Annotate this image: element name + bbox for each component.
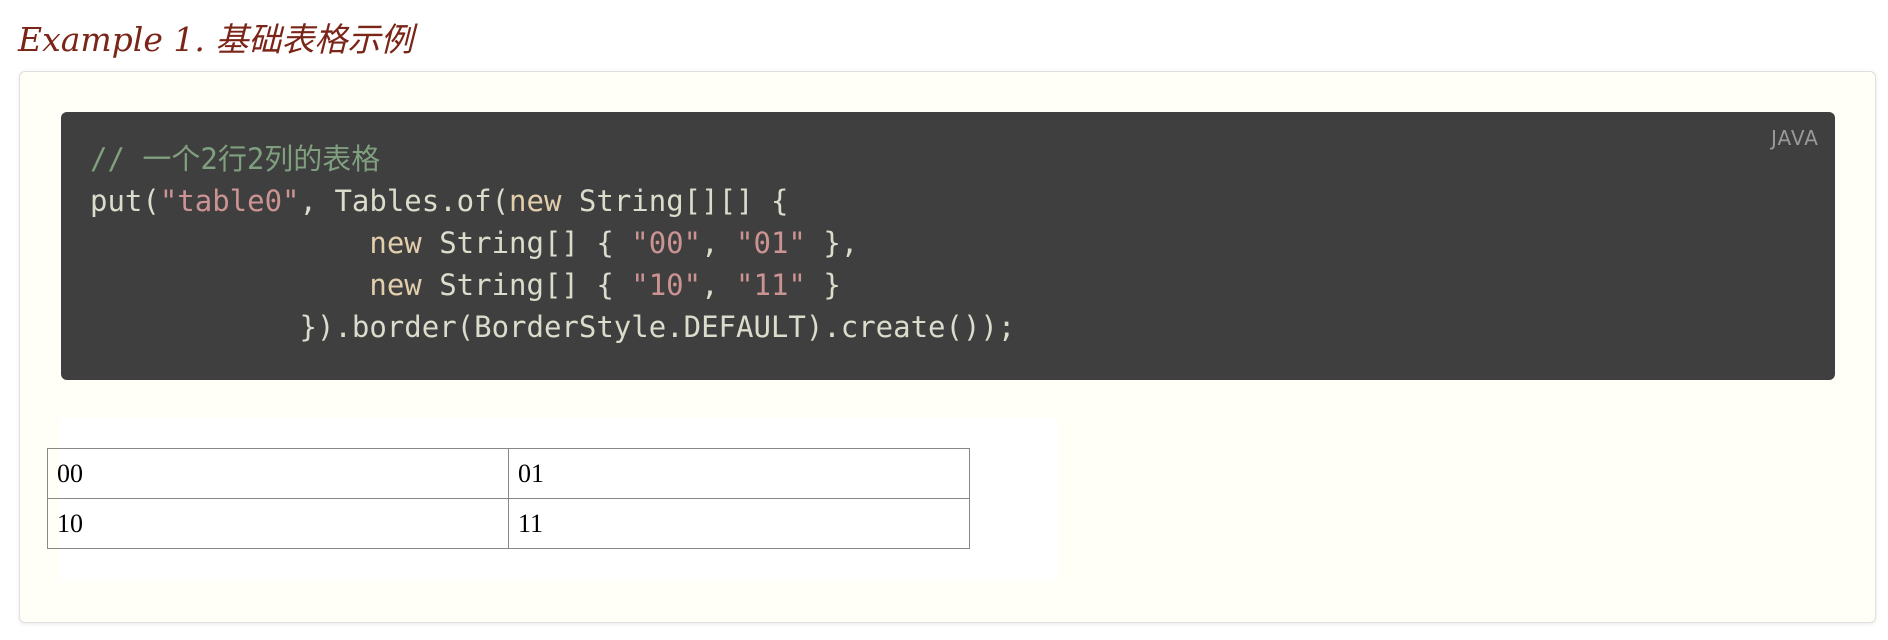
example-title: Example 1. 基础表格示例	[18, 20, 414, 59]
table-row: 00 01	[47, 448, 970, 499]
page: Example 1. 基础表格示例 JAVA // 一个2行2列的表格 put("…	[0, 0, 1888, 640]
code-token: put(	[90, 184, 160, 218]
code-token: },	[805, 226, 859, 260]
code-line: new String[] { "10", "11" }	[90, 264, 1807, 306]
code-token: }	[805, 268, 841, 302]
code-string: "table0"	[159, 184, 300, 218]
code-keyword: new	[369, 226, 422, 260]
code-token: ,	[701, 268, 737, 302]
code-string: "00"	[631, 226, 702, 260]
code-line: // 一个2行2列的表格	[90, 138, 1807, 180]
result-table: 00 01 10 11	[47, 448, 970, 549]
code-line: put("table0", Tables.of(new String[][] {	[90, 180, 1807, 222]
code-line: new String[] { "00", "01" },	[90, 222, 1807, 264]
code-string: "11"	[736, 268, 806, 302]
table-cell: 01	[508, 448, 970, 499]
code-string: "01"	[736, 226, 806, 260]
code-keyword: new	[369, 268, 422, 302]
code-token: String[][] {	[561, 184, 789, 218]
code-token: String[] {	[421, 226, 632, 260]
table-cell: 10	[47, 498, 509, 549]
code-block[interactable]: JAVA // 一个2行2列的表格 put("table0", Tables.of…	[61, 112, 1835, 380]
code-token: String[] {	[421, 268, 632, 302]
table-row: 10 11	[47, 498, 970, 549]
code-line: }).border(BorderStyle.DEFAULT).create())…	[90, 306, 1807, 348]
code-language-label: JAVA	[1770, 126, 1819, 150]
code-token: ,	[701, 226, 737, 260]
code-keyword: new	[509, 184, 562, 218]
code-content[interactable]: // 一个2行2列的表格 put("table0", Tables.of(new …	[90, 138, 1807, 348]
code-token: }).border(BorderStyle.DEFAULT).create())…	[90, 310, 1016, 344]
code-token: , Tables.of(	[299, 184, 510, 218]
table-cell: 00	[47, 448, 509, 499]
code-string: "10"	[631, 268, 702, 302]
code-comment: // 一个2行2列的表格	[90, 142, 381, 176]
table-cell: 11	[508, 498, 970, 549]
